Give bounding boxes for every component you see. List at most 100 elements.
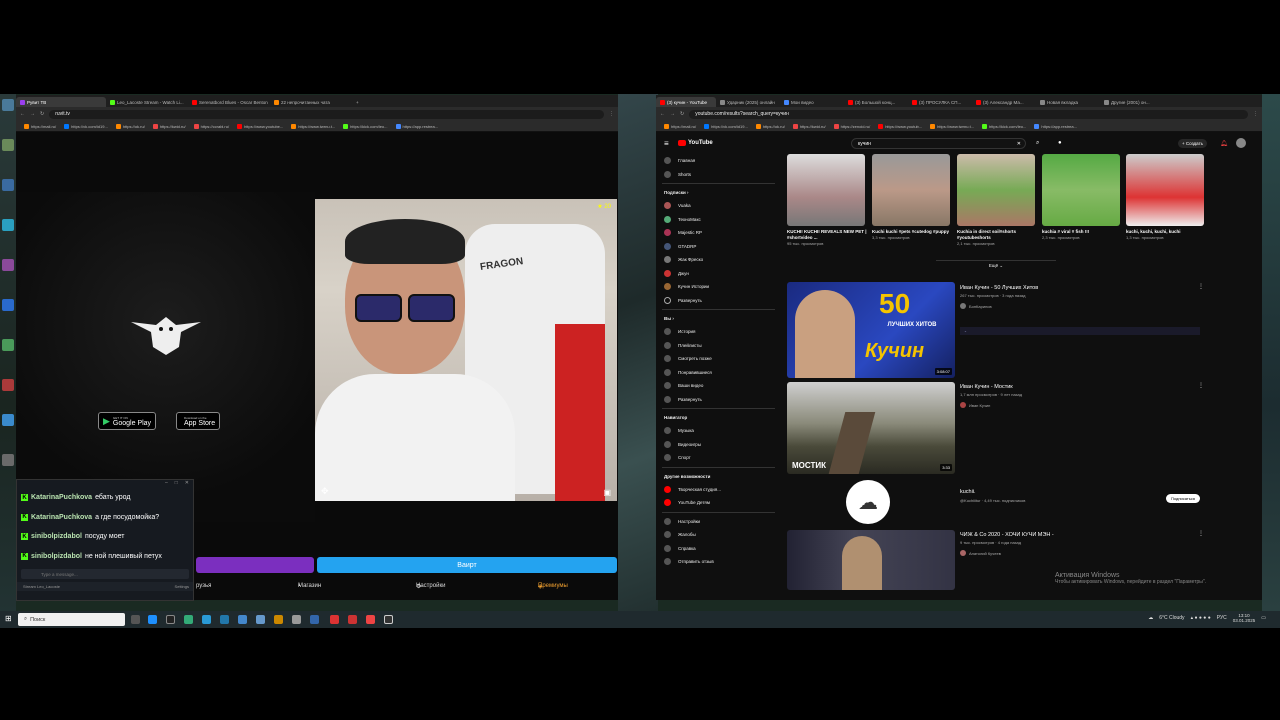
chat-username[interactable]: sinibolpizdabol <box>31 553 82 560</box>
youtube-search-input[interactable]: кучин ✕ <box>851 138 1026 149</box>
taskbar-app-icon[interactable] <box>366 615 375 624</box>
bookmark[interactable]: https://app.restrea... <box>395 123 438 129</box>
sidebar-sub[interactable]: GTADRP <box>656 240 781 254</box>
taskbar-search[interactable]: ⌕ Поиск <box>18 613 125 626</box>
video-channel[interactable]: Анатолий Кучеев <box>960 550 1001 556</box>
reload-icon[interactable]: ↻ <box>680 111 684 117</box>
channel-result-avatar[interactable]: ☁ <box>846 480 890 524</box>
purple-button[interactable] <box>196 557 314 573</box>
sidebar-item-music[interactable]: Музыка <box>656 424 781 438</box>
language-indicator[interactable]: РУС <box>1217 615 1227 621</box>
sidebar-item-shorts[interactable]: Shorts <box>656 168 781 182</box>
notifications-icon[interactable]: 🔔︎ <box>1220 140 1228 147</box>
short-thumbnail[interactable] <box>1042 154 1120 226</box>
taskbar-app-icon[interactable] <box>384 615 393 624</box>
video-title[interactable]: Иван Кучин - 50 Лучших Хитов <box>960 285 1038 291</box>
sidebar-sub[interactable]: Жак Фреско <box>656 253 781 267</box>
mic-icon[interactable]: ● <box>1058 140 1062 146</box>
menu-premium[interactable]: ◈ Премиумы <box>538 583 568 590</box>
channel-title[interactable]: kuchii. <box>960 489 976 495</box>
youtube-logo[interactable]: YouTube <box>678 140 713 146</box>
right-tab-1[interactable]: Ударник (2025) онлайн <box>716 97 780 107</box>
more-options-icon[interactable]: ⋮ <box>1198 530 1204 537</box>
reload-icon[interactable]: ↻ <box>40 111 44 117</box>
sidebar-sub[interactable]: Джун <box>656 267 781 281</box>
weather-icon[interactable]: ☁ <box>1148 615 1153 621</box>
short-thumbnail[interactable] <box>957 154 1035 226</box>
sidebar-expand[interactable]: Развернуть <box>656 393 781 407</box>
sidebar-item-kids[interactable]: YouTube Детям <box>656 496 781 510</box>
sidebar-sub[interactable]: Majestic RP <box>656 226 781 240</box>
weather-text[interactable]: 6°C Cloudy <box>1159 615 1184 621</box>
short-thumbnail[interactable] <box>872 154 950 226</box>
short-info[interactable]: Kuchi kuchi #pets #cutedog #puppy 3,3 тыс… <box>872 229 952 241</box>
taskbar-app-icon[interactable] <box>348 615 357 624</box>
video-title[interactable]: ЧИЖ & Co 2020 - ХОЧИ КУЧИ МЭН - <box>960 532 1054 538</box>
bookmark[interactable]: https://kick.com/leo... <box>982 123 1026 129</box>
short-thumbnail[interactable] <box>1126 154 1204 226</box>
left-tab-2[interactable]: Serenatbord Blues - Oscar Benton <box>188 97 270 107</box>
bookmark[interactable]: https://mail.ru/ <box>664 123 696 129</box>
sidebar-item-sport[interactable]: Спорт <box>656 451 781 465</box>
sidebar-item-watch-later[interactable]: Смотреть позже <box>656 352 781 366</box>
right-tab-6[interactable]: Новая вкладка <box>1036 97 1100 107</box>
task-view-icon[interactable] <box>131 615 140 624</box>
bookmark[interactable]: https://mail.ru/ <box>24 123 56 129</box>
sidebar-item-settings[interactable]: Настройки <box>656 515 781 529</box>
tray-icons[interactable]: ▴ ● ● ● ● <box>1191 615 1211 621</box>
right-tab-0[interactable]: (3) кучин - YouTube <box>656 97 716 107</box>
bookmark[interactable]: https://ok.ru/ <box>115 123 145 129</box>
back-icon[interactable]: ← <box>660 111 665 117</box>
menu-icon[interactable]: ⋮ <box>1253 111 1258 117</box>
left-tab-1[interactable]: Leo_Lacoste Stream - Watch Li... <box>106 97 188 107</box>
chat-username[interactable]: KatarinaPuchkova <box>31 494 92 501</box>
taskbar-app-icon[interactable] <box>184 615 193 624</box>
right-url-field[interactable]: youtube.com/results?search_query=кучин <box>689 109 1248 119</box>
sidebar-item-help[interactable]: Справка <box>656 542 781 556</box>
taskbar-app-icon[interactable] <box>310 615 319 624</box>
desktop-icon[interactable] <box>2 259 14 271</box>
right-tab-3[interactable]: (3) Большой конц... <box>844 97 908 107</box>
short-thumbnail[interactable] <box>787 154 865 226</box>
video-thumbnail[interactable]: МОСТИК 3:33 <box>787 382 955 474</box>
sidebar-item-history[interactable]: История <box>656 325 781 339</box>
stream-video[interactable]: FRAGON ★ 20 ✥ ▣ <box>315 199 617 501</box>
bookmark[interactable]: https://ccrabl.ru/ <box>193 123 229 129</box>
taskbar-app-icon[interactable] <box>220 615 229 624</box>
video-thumbnail[interactable] <box>787 530 955 590</box>
bookmark[interactable]: https://kick.com/leo... <box>343 123 388 129</box>
desktop-icon[interactable] <box>2 99 14 111</box>
desktop-icon[interactable] <box>2 219 14 231</box>
left-tab-3[interactable]: 22 непрочитанных чата <box>270 97 352 107</box>
bookmark[interactable]: https://zenoid.ru/ <box>833 123 870 129</box>
desktop-icon[interactable] <box>2 299 14 311</box>
bookmark[interactable]: https://www.twrnu.t... <box>930 123 974 129</box>
bookmark[interactable]: https://kwid.ru/ <box>152 123 186 129</box>
taskbar-app-icon[interactable] <box>274 615 283 624</box>
desktop-icon[interactable] <box>2 339 14 351</box>
new-tab-button[interactable]: + <box>352 97 363 107</box>
google-play-button[interactable]: ▶ GET IT ON Google Play <box>98 412 157 430</box>
left-url-field[interactable]: ruvit.tv <box>49 109 604 119</box>
chat-username[interactable]: sinibolpizdabol <box>31 533 82 540</box>
clear-icon[interactable]: ✕ <box>1017 141 1021 147</box>
sidebar-item-gaming[interactable]: Видеоигры <box>656 438 781 452</box>
sidebar-item-feedback[interactable]: Отправить отзыв <box>656 555 781 569</box>
sidebar-subs-header[interactable]: Подписки › <box>656 186 781 199</box>
taskbar-app-icon[interactable] <box>256 615 265 624</box>
bookmark[interactable]: https://app.restrea... <box>1034 123 1077 129</box>
create-button[interactable]: + Создать <box>1178 138 1207 148</box>
sidebar-item-report[interactable]: Жалобы <box>656 528 781 542</box>
more-options-icon[interactable]: ⋮ <box>1198 283 1204 290</box>
sidebar-item-home[interactable]: Главная <box>656 154 781 168</box>
bookmark[interactable]: https://vk.com/id19... <box>64 123 108 129</box>
app-store-button[interactable]: Download on the App Store <box>176 412 221 430</box>
taskbar-app-icon[interactable] <box>166 615 175 624</box>
bookmark[interactable]: https://www.twrnu.t... <box>291 123 335 129</box>
short-info[interactable]: Kuchia in direct soil#shorts #youtubesho… <box>957 229 1037 247</box>
right-tab-7[interactable]: Другие (2001) он... <box>1100 97 1164 107</box>
left-tab-0[interactable]: Рувит ТВ <box>16 97 106 107</box>
sidebar-sub[interactable]: ТехноМакс <box>656 213 781 227</box>
right-tab-2[interactable]: Мои видео <box>780 97 844 107</box>
forward-icon[interactable]: → <box>30 111 35 117</box>
